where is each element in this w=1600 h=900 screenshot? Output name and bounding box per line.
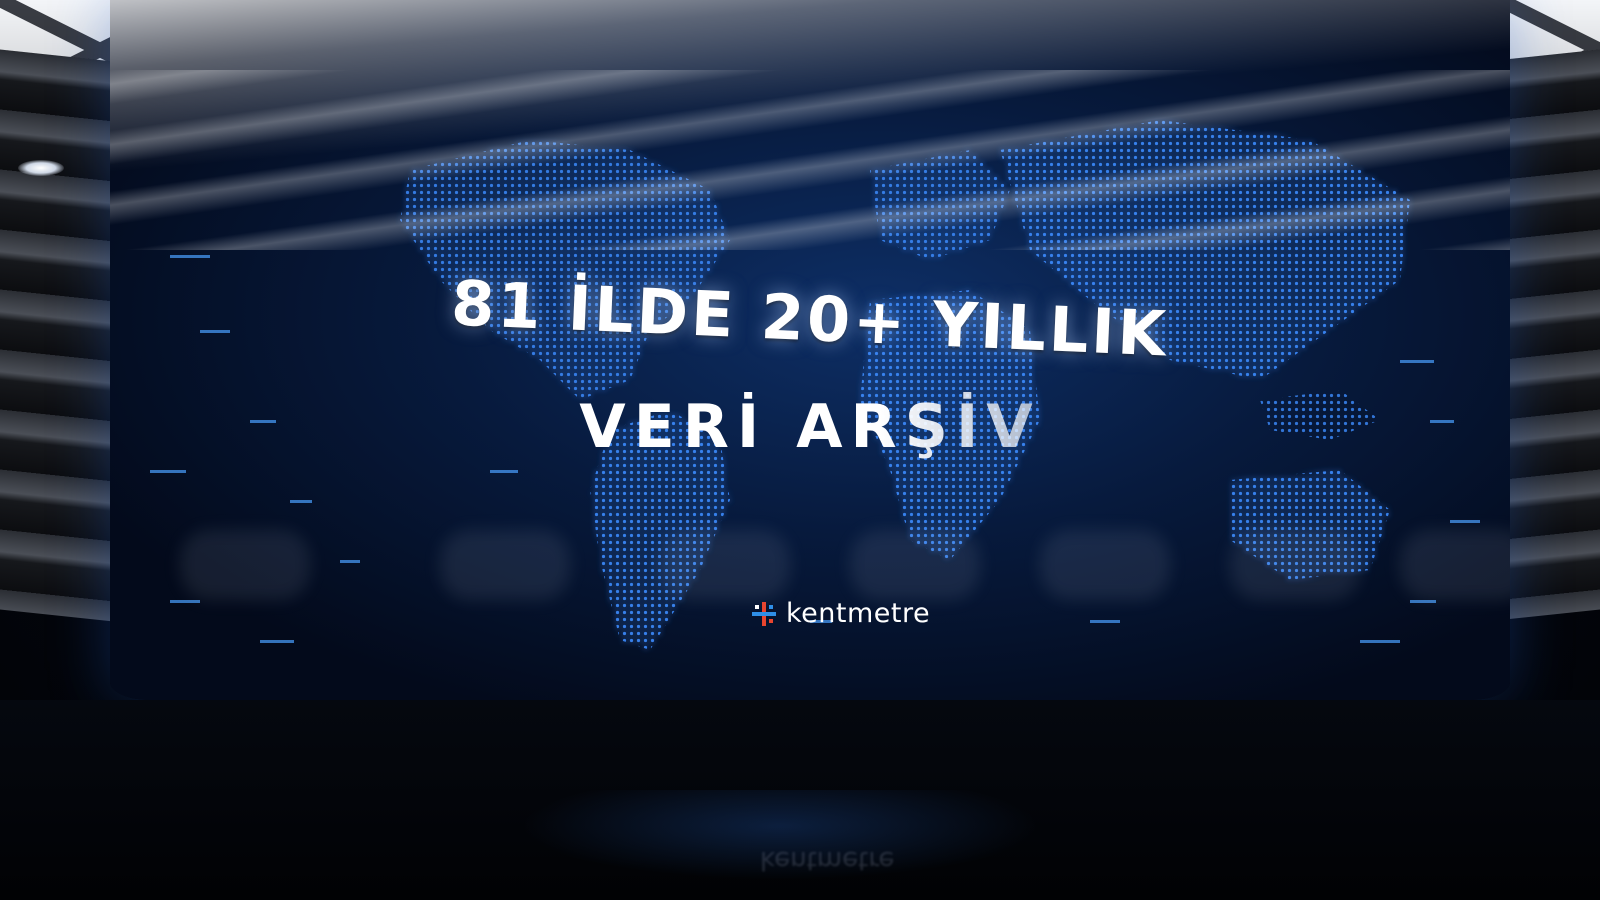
ceiling-spotlight-icon: [18, 160, 64, 176]
studio-scene: 81 İLDE 20+ YILLIK VERİ ARŞİV kentmetre …: [0, 0, 1600, 900]
headline-line-2: VERİ ARŞİV: [110, 392, 1510, 462]
led-video-wall: 81 İLDE 20+ YILLIK VERİ ARŞİV kentmetre: [110, 0, 1510, 700]
floor-reflection-brand: kentmetre: [760, 845, 895, 875]
brand-name: kentmetre: [786, 598, 931, 629]
kentmetre-logo-icon: [752, 601, 776, 626]
brand-logo: kentmetre: [750, 598, 930, 629]
